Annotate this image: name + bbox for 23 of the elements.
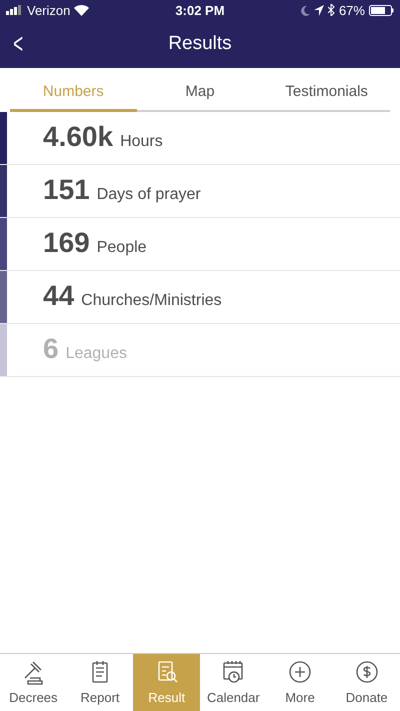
stat-label: Hours	[120, 133, 163, 151]
clock-time: 3:02 PM	[174, 2, 226, 18]
location-arrow-icon	[314, 4, 324, 16]
stat-label: Leagues	[66, 345, 127, 363]
stat-value: 44	[43, 280, 74, 312]
stat-label: People	[96, 239, 147, 257]
signal-icon	[6, 5, 23, 15]
tab[interactable]: Testimonials	[263, 68, 390, 112]
stat-value: 151	[43, 174, 90, 206]
wifi-icon	[74, 4, 90, 16]
bluetooth-icon	[328, 4, 335, 16]
stat-value: 6	[43, 333, 59, 365]
battery-percent: 67%	[338, 2, 365, 18]
stat-label: Churches/Ministries	[81, 292, 222, 310]
back-button[interactable]: <	[13, 30, 24, 58]
moon-icon	[300, 4, 310, 16]
stat-value: 4.60k	[43, 121, 114, 153]
stat-label: Days of prayer	[96, 186, 201, 204]
carrier-name: Verizon	[27, 2, 70, 18]
stat-value: 169	[43, 227, 90, 259]
tab[interactable]: Map	[136, 68, 264, 112]
page-title: Results	[168, 33, 232, 55]
battery-icon	[368, 4, 394, 16]
